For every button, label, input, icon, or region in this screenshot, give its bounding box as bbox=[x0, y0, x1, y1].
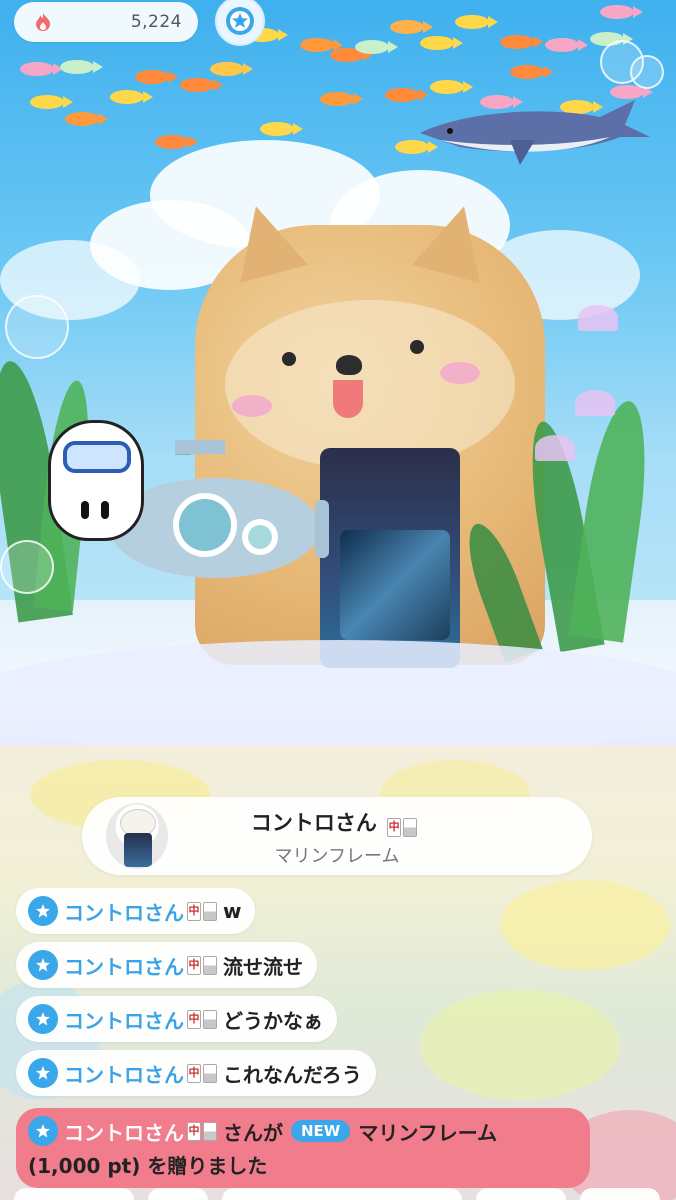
mahjong-tile-icon: 中 bbox=[387, 818, 418, 837]
mahjong-tile-icon: 中 bbox=[187, 1121, 217, 1141]
star-badge-icon bbox=[28, 1116, 58, 1146]
point-count: 5,224 bbox=[130, 12, 182, 32]
chat-message[interactable]: コントロさん 中 これなんだろう bbox=[16, 1050, 376, 1096]
flame-icon bbox=[32, 11, 54, 33]
chat-text: これなんだろう bbox=[223, 1062, 362, 1087]
toolbar-button[interactable] bbox=[222, 1188, 462, 1200]
gift-banner-item: マリンフレーム bbox=[274, 846, 400, 867]
gift-chat-message[interactable]: コントロさん 中 さんが NEW マリンフレーム (1,000 pt) を贈りま… bbox=[16, 1108, 590, 1188]
gift-banner-user: コントロさん 中 bbox=[82, 807, 592, 837]
gift-banner: コントロさん 中 マリンフレーム bbox=[82, 797, 592, 875]
new-badge: NEW bbox=[291, 1120, 351, 1142]
toolbar-button[interactable] bbox=[476, 1188, 566, 1200]
star-badge-icon bbox=[28, 1058, 58, 1088]
toolbar-button[interactable] bbox=[148, 1188, 208, 1200]
gift-banner-user-name: コントロさん bbox=[250, 811, 377, 835]
chat-message[interactable]: コントロさん 中 どうかなぁ bbox=[16, 996, 337, 1042]
mahjong-tile-icon: 中 bbox=[187, 955, 217, 975]
chat-text: どうかなぁ bbox=[223, 1008, 323, 1033]
gift-points-text: (1,000 pt) を贈りました bbox=[28, 1154, 268, 1178]
chat-message[interactable]: コントロさん 中 流せ流せ bbox=[16, 942, 317, 988]
star-badge-icon bbox=[28, 950, 58, 980]
bottom-toolbar bbox=[0, 1188, 676, 1200]
chat-text: w bbox=[223, 899, 242, 923]
mahjong-tile-icon: 中 bbox=[187, 1009, 217, 1029]
gift-suffix: さんが bbox=[223, 1120, 283, 1145]
mahjong-tile-icon: 中 bbox=[187, 1063, 217, 1083]
chat-username[interactable]: コントロさん bbox=[64, 1059, 184, 1088]
mahjong-tile-icon: 中 bbox=[187, 901, 217, 921]
cat-character bbox=[48, 420, 144, 541]
shark-decoration bbox=[420, 100, 650, 165]
toolbar-button[interactable] bbox=[580, 1188, 660, 1200]
chat-message[interactable]: コントロさん 中 w bbox=[16, 888, 256, 934]
star-badge-icon bbox=[28, 896, 58, 926]
point-counter[interactable]: 5,224 bbox=[14, 2, 198, 42]
chat-username[interactable]: コントロさん bbox=[64, 951, 184, 980]
chat-username[interactable]: コントロさん bbox=[64, 897, 184, 926]
chat-username[interactable]: コントロさん bbox=[64, 1005, 184, 1034]
chat-username[interactable]: コントロさん bbox=[64, 1117, 184, 1146]
water-frame bbox=[0, 640, 676, 760]
star-badge-icon bbox=[28, 1004, 58, 1034]
comment-input[interactable] bbox=[14, 1188, 134, 1200]
chat-text: 流せ流せ bbox=[223, 954, 303, 979]
gift-item-name: マリンフレーム bbox=[358, 1120, 498, 1145]
